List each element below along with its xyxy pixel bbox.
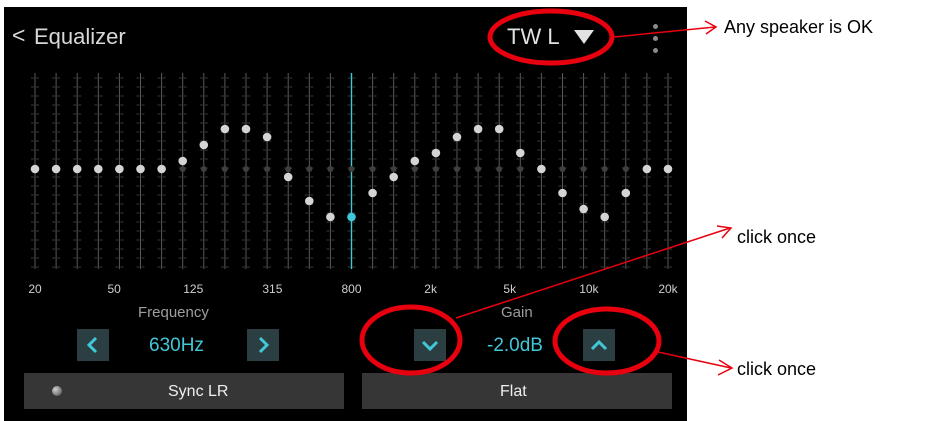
band-zero-marker <box>559 166 566 172</box>
frequency-tick-label: 5k <box>503 282 517 296</box>
band-zero-marker <box>200 166 207 172</box>
band-knob[interactable] <box>368 188 377 198</box>
gain-label: Gain <box>501 304 533 321</box>
band-knob[interactable] <box>516 148 525 158</box>
band-knob[interactable] <box>431 148 441 158</box>
band-knob[interactable] <box>178 156 187 166</box>
flat-button[interactable]: Flat <box>362 373 672 409</box>
frequency-tick-label: 20k <box>658 282 678 296</box>
kebab-menu-icon[interactable] <box>649 21 663 57</box>
band-zero-marker <box>285 166 292 172</box>
band-knob[interactable] <box>51 164 61 174</box>
chevron-right-icon <box>258 336 270 354</box>
chevron-up-icon <box>590 339 608 351</box>
annotation-speaker-note: Any speaker is OK <box>724 17 874 37</box>
band-knob[interactable] <box>558 188 567 198</box>
chevron-left-icon <box>86 336 98 354</box>
sync-lr-label: Sync LR <box>168 383 229 400</box>
band-knob[interactable] <box>220 124 230 134</box>
band-knob[interactable] <box>642 164 652 174</box>
band-zero-marker <box>327 166 334 172</box>
frequency-tick-label: 2k <box>424 282 438 296</box>
band-zero-marker <box>601 166 608 172</box>
frequency-tick-label: 800 <box>341 282 361 296</box>
triangle-down-icon <box>574 30 594 44</box>
band-zero-marker <box>622 166 629 172</box>
frequency-increase-button[interactable] <box>247 329 279 361</box>
band-knob[interactable] <box>410 156 420 166</box>
band-zero-marker <box>264 166 271 172</box>
band-zero-marker <box>475 166 482 172</box>
band-zero-marker <box>390 166 397 172</box>
band-knob[interactable] <box>241 124 251 134</box>
back-icon[interactable]: < <box>12 24 25 47</box>
frequency-tick-label: 315 <box>262 282 282 296</box>
gain-decrease-button[interactable] <box>414 329 446 361</box>
band-knob[interactable] <box>199 140 209 150</box>
band-knob[interactable] <box>326 212 335 222</box>
band-knob[interactable] <box>663 164 673 174</box>
page-title: Equalizer <box>34 24 126 49</box>
band-zero-marker <box>243 166 249 172</box>
band-knob[interactable] <box>305 196 314 206</box>
band-zero-marker <box>306 166 313 172</box>
speaker-selector[interactable]: TW L <box>507 23 617 49</box>
annotation-click-up: click once <box>737 359 817 379</box>
sync-indicator-icon <box>52 386 62 396</box>
band-knob[interactable] <box>579 204 588 214</box>
band-knob[interactable] <box>157 164 166 174</box>
band-knob[interactable] <box>262 132 272 142</box>
band-knob[interactable] <box>72 164 82 174</box>
chevron-down-icon <box>421 340 439 352</box>
frequency-tick-label: 20 <box>28 282 42 296</box>
band-knob[interactable] <box>30 164 40 174</box>
band-knob[interactable] <box>389 172 399 182</box>
band-knob[interactable] <box>136 164 145 174</box>
band-knob[interactable] <box>537 164 546 174</box>
band-knob[interactable] <box>283 172 293 182</box>
band-zero-marker <box>369 166 376 172</box>
band-knob[interactable] <box>94 164 103 174</box>
band-zero-marker <box>179 166 186 172</box>
band-knob[interactable] <box>347 212 356 222</box>
band-zero-marker <box>348 166 355 172</box>
gain-value: -2.0dB <box>487 335 543 356</box>
frequency-tick-label: 50 <box>107 282 121 296</box>
equalizer-screen: 20 50 125 315 800 2k 5k 10k 20k < Equalizer TW L… <box>4 7 687 421</box>
flat-label: Flat <box>500 383 527 400</box>
band-zero-marker <box>411 166 418 172</box>
band-knob[interactable] <box>621 188 631 198</box>
band-zero-marker <box>454 166 460 172</box>
band-knob[interactable] <box>494 124 504 134</box>
band-zero-marker <box>221 166 228 172</box>
equalizer-graph[interactable]: 20 50 125 315 800 2k 5k 10k 20k <box>4 7 687 307</box>
band-zero-marker <box>517 166 524 172</box>
band-zero-marker <box>496 166 503 172</box>
speaker-label: TW L <box>507 24 560 49</box>
band-knob[interactable] <box>115 164 124 174</box>
band-knob[interactable] <box>600 212 609 222</box>
frequency-tick-label: 10k <box>579 282 599 296</box>
annotation-click-down: click once <box>737 227 817 247</box>
band-knob[interactable] <box>473 124 483 134</box>
frequency-label: Frequency <box>138 304 209 321</box>
band-zero-marker <box>580 166 587 172</box>
sync-lr-button[interactable]: Sync LR <box>24 373 344 409</box>
frequency-decrease-button[interactable] <box>77 329 109 361</box>
frequency-value: 630Hz <box>149 335 204 356</box>
frequency-tick-label: 125 <box>183 282 203 296</box>
band-knob[interactable] <box>452 132 462 142</box>
band-zero-marker <box>432 166 439 172</box>
gain-increase-button[interactable] <box>583 329 615 361</box>
